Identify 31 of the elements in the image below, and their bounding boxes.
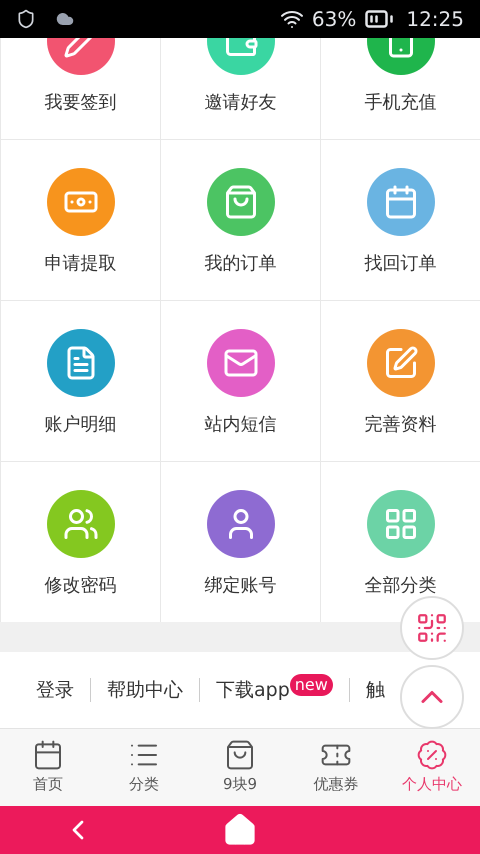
footer-link[interactable]: 帮助中心 [107,676,183,704]
cloud-icon [56,10,74,28]
users-icon [62,506,98,542]
footer-link[interactable]: 登录 [36,676,74,704]
tab[interactable]: 个人中心 [384,729,480,806]
clock-time: 12:25 [406,6,464,33]
menu-tile[interactable]: 站内短信 [161,301,320,461]
shopping-bag-icon [224,739,256,771]
calendar-icon [32,739,64,771]
menu-tile[interactable]: 我要签到 [1,38,160,139]
menu-tile[interactable]: 全部分类 [321,462,480,622]
battery-percent: 63% [312,6,356,33]
shield-icon [16,9,36,29]
menu-tile[interactable]: 邀请好友 [161,38,320,139]
menu-tile[interactable]: 完善资料 [321,301,480,461]
qr-code-icon [415,611,449,645]
menu-tile[interactable]: 账户明细 [1,301,160,461]
new-badge: new [290,674,333,696]
tab[interactable]: 首页 [0,729,96,806]
menu-tile[interactable]: 手机充值 [321,38,480,139]
percent-badge-icon [416,739,448,771]
tab[interactable]: 优惠券 [288,729,384,806]
footer-link[interactable]: 触 [366,676,385,704]
menu-tile[interactable]: 修改密码 [1,462,160,622]
menu-tile[interactable]: 申请提取 [1,140,160,300]
menu-tile[interactable]: 找回订单 [321,140,480,300]
menu-tile[interactable]: 我的订单 [161,140,320,300]
footer-link[interactable]: 下载app new [216,676,333,704]
tab[interactable]: 9块9 [192,729,288,806]
tab[interactable]: 分类 [96,729,192,806]
menu-tile[interactable]: 绑定账号 [161,462,320,622]
